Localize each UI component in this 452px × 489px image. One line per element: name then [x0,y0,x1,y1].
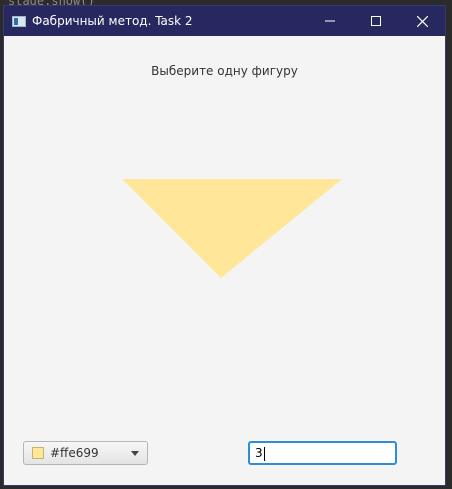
color-picker[interactable]: #ffe699 [23,441,148,465]
close-icon [416,15,428,27]
triangle-shape [122,179,342,278]
maximize-icon [371,16,381,26]
app-window: Фабричный метод. Task 2 Выберите одну фи… [3,5,446,486]
minimize-icon [325,20,335,22]
content-area: Выберите одну фигуру #ffe699 3 [4,36,445,487]
prompt-label: Выберите одну фигуру [151,64,298,78]
maximize-button[interactable] [353,6,399,36]
close-button[interactable] [399,6,445,36]
shape-canvas [122,179,342,283]
color-swatch [32,447,44,459]
chevron-down-icon [131,450,139,456]
color-value: #ffe699 [50,446,99,460]
minimize-button[interactable] [307,6,353,36]
text-caret [263,446,265,461]
number-input[interactable]: 3 [248,441,397,465]
app-icon [12,15,26,27]
title-bar[interactable]: Фабричный метод. Task 2 [4,6,445,36]
window-title: Фабричный метод. Task 2 [32,14,193,28]
number-input-value: 3 [255,446,263,460]
